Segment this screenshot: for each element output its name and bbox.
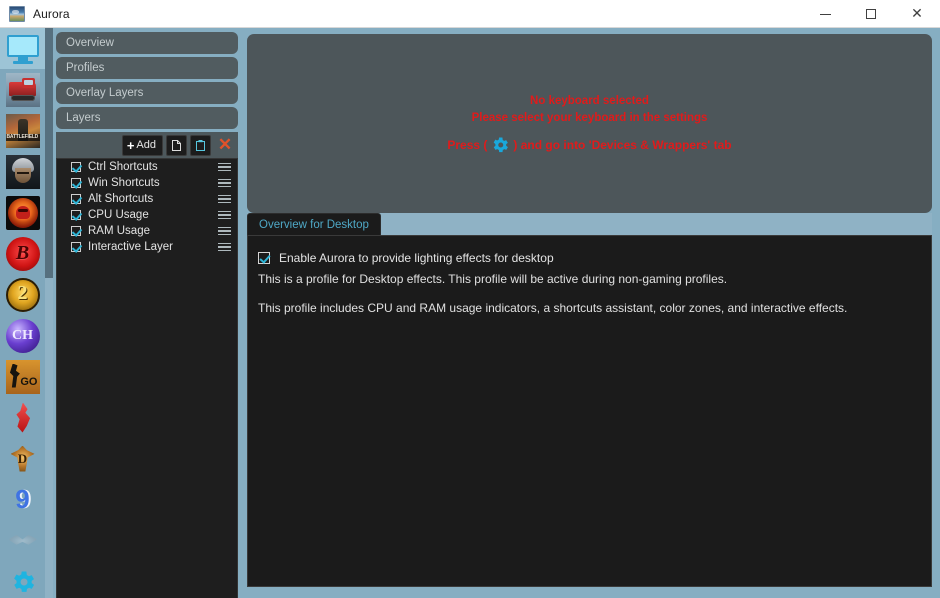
blue-nine-icon bbox=[6, 483, 40, 517]
flame-icon bbox=[6, 401, 40, 435]
aurora-window: Aurora ✕ BATTLEFIELD B 2 CH GO D 9 Overv… bbox=[0, 0, 940, 598]
monitor-icon bbox=[6, 32, 40, 66]
add-layer-button[interactable]: + Add bbox=[121, 134, 163, 156]
profile-description-paragraph-2: This profile includes CPU and RAM usage … bbox=[258, 301, 848, 315]
battlefield-icon bbox=[5, 113, 40, 148]
rail-item-gta-nine[interactable] bbox=[0, 479, 45, 520]
gear-icon bbox=[490, 135, 510, 155]
maximize-button[interactable] bbox=[848, 0, 894, 28]
layer-name: CPU Usage bbox=[88, 209, 149, 221]
drag-handle-icon[interactable] bbox=[218, 162, 231, 172]
layer-row[interactable]: Alt Shortcuts bbox=[57, 191, 237, 207]
enable-aurora-checkbox[interactable] bbox=[258, 252, 270, 264]
tab-strip: Overview for Desktop bbox=[247, 213, 932, 235]
rail-item-settings[interactable] bbox=[0, 561, 45, 598]
title-bar: Aurora ✕ bbox=[0, 0, 940, 28]
layer-name: Alt Shortcuts bbox=[88, 193, 154, 205]
layer-row[interactable]: CPU Usage bbox=[57, 207, 237, 223]
left-column: Overview Profiles Overlay Layers Layers … bbox=[56, 32, 238, 598]
layer-enabled-checkbox[interactable] bbox=[71, 210, 81, 220]
paste-layer-button[interactable] bbox=[190, 134, 211, 156]
aurora-logo-icon bbox=[9, 5, 25, 22]
tab-overview-for-desktop[interactable]: Overview for Desktop bbox=[247, 213, 381, 235]
paste-icon bbox=[196, 139, 205, 151]
rail-item-red-flame[interactable] bbox=[0, 397, 45, 438]
drag-handle-icon[interactable] bbox=[218, 226, 231, 236]
rail-scrollbar-thumb[interactable] bbox=[45, 28, 53, 278]
drag-handle-icon[interactable] bbox=[218, 194, 231, 204]
rail-item-wings[interactable] bbox=[0, 520, 45, 561]
rail-item-desktop[interactable] bbox=[0, 28, 45, 69]
overview-content-panel: Enable Aurora to provide lighting effect… bbox=[247, 235, 932, 587]
maximize-icon bbox=[866, 9, 876, 19]
rail-item-payday-2[interactable] bbox=[0, 274, 45, 315]
window-controls: ✕ bbox=[802, 0, 940, 28]
soldier-icon bbox=[5, 154, 40, 189]
rail-item-battlefield[interactable] bbox=[0, 110, 45, 151]
nav-button-layers[interactable]: Layers bbox=[56, 107, 238, 129]
nav-button-overlay-layers[interactable]: Overlay Layers bbox=[56, 82, 238, 104]
gear-icon bbox=[6, 565, 40, 598]
layer-row[interactable]: Win Shortcuts bbox=[57, 175, 237, 191]
rail-item-soldier-game[interactable] bbox=[0, 151, 45, 192]
truck-icon bbox=[5, 72, 40, 107]
layer-name: RAM Usage bbox=[88, 225, 150, 237]
add-layer-label: Add bbox=[136, 139, 156, 151]
clone-hero-icon bbox=[5, 318, 40, 353]
keyboard-preview-panel: No keyboard selected Please select your … bbox=[247, 34, 932, 213]
skull-icon bbox=[5, 195, 40, 230]
rail-item-diablo[interactable] bbox=[0, 438, 45, 479]
nav-button-profiles[interactable]: Profiles bbox=[56, 57, 238, 79]
enable-aurora-label: Enable Aurora to provide lighting effect… bbox=[279, 251, 554, 265]
layers-list[interactable]: Ctrl Shortcuts Win Shortcuts Alt Shortcu… bbox=[56, 158, 238, 598]
csgo-icon bbox=[5, 359, 40, 394]
nav-button-overview[interactable]: Overview bbox=[56, 32, 238, 54]
warning-line-1: No keyboard selected bbox=[530, 95, 649, 107]
layer-row[interactable]: Interactive Layer bbox=[57, 239, 237, 255]
rail-item-euro-truck[interactable] bbox=[0, 69, 45, 110]
no-keyboard-warning: No keyboard selected Please select your … bbox=[247, 93, 932, 155]
payday2-icon bbox=[5, 277, 40, 312]
copy-icon bbox=[172, 139, 181, 151]
copy-layer-button[interactable] bbox=[166, 134, 187, 156]
close-button[interactable]: ✕ bbox=[894, 0, 940, 28]
layer-enabled-checkbox[interactable] bbox=[71, 162, 81, 172]
layer-row[interactable]: RAM Usage bbox=[57, 223, 237, 239]
plus-icon: + bbox=[126, 137, 135, 153]
wings-icon bbox=[6, 524, 40, 558]
diablo-icon bbox=[6, 442, 40, 476]
enable-aurora-row[interactable]: Enable Aurora to provide lighting effect… bbox=[258, 251, 931, 265]
warning-line-3: Press ( ) and go into 'Devices & Wrapper… bbox=[247, 135, 932, 155]
drag-handle-icon[interactable] bbox=[218, 178, 231, 188]
layer-row[interactable]: Ctrl Shortcuts bbox=[57, 159, 237, 175]
layer-name: Ctrl Shortcuts bbox=[88, 161, 158, 173]
minimize-icon bbox=[819, 13, 831, 15]
rail-item-bs-logo[interactable] bbox=[0, 233, 45, 274]
warning-line-3-prefix: Press ( bbox=[447, 137, 488, 152]
delete-layer-button[interactable]: ✕ bbox=[214, 135, 236, 156]
layer-enabled-checkbox[interactable] bbox=[71, 194, 81, 204]
close-icon: ✕ bbox=[911, 6, 923, 22]
rail-item-csgo[interactable] bbox=[0, 356, 45, 397]
profile-icon-rail[interactable] bbox=[0, 28, 45, 598]
rail-item-red-skull[interactable] bbox=[0, 192, 45, 233]
layer-name: Win Shortcuts bbox=[88, 177, 160, 189]
rail-item-clone-hero[interactable] bbox=[0, 315, 45, 356]
window-title: Aurora bbox=[33, 6, 70, 21]
warning-line-3-suffix: ) and go into 'Devices & Wrappers' tab bbox=[513, 137, 732, 152]
layer-name: Interactive Layer bbox=[88, 241, 174, 253]
warning-line-2: Please select your keyboard in the setti… bbox=[471, 112, 708, 124]
profile-description-paragraph-1: This is a profile for Desktop effects. T… bbox=[258, 272, 728, 286]
bs-logo-icon bbox=[5, 236, 40, 271]
minimize-button[interactable] bbox=[802, 0, 848, 28]
layers-toolbar: + Add ✕ bbox=[56, 132, 238, 158]
drag-handle-icon[interactable] bbox=[218, 242, 231, 252]
layer-enabled-checkbox[interactable] bbox=[71, 226, 81, 236]
drag-handle-icon[interactable] bbox=[218, 210, 231, 220]
layer-enabled-checkbox[interactable] bbox=[71, 178, 81, 188]
rail-scrollbar[interactable] bbox=[45, 28, 53, 598]
layer-enabled-checkbox[interactable] bbox=[71, 242, 81, 252]
